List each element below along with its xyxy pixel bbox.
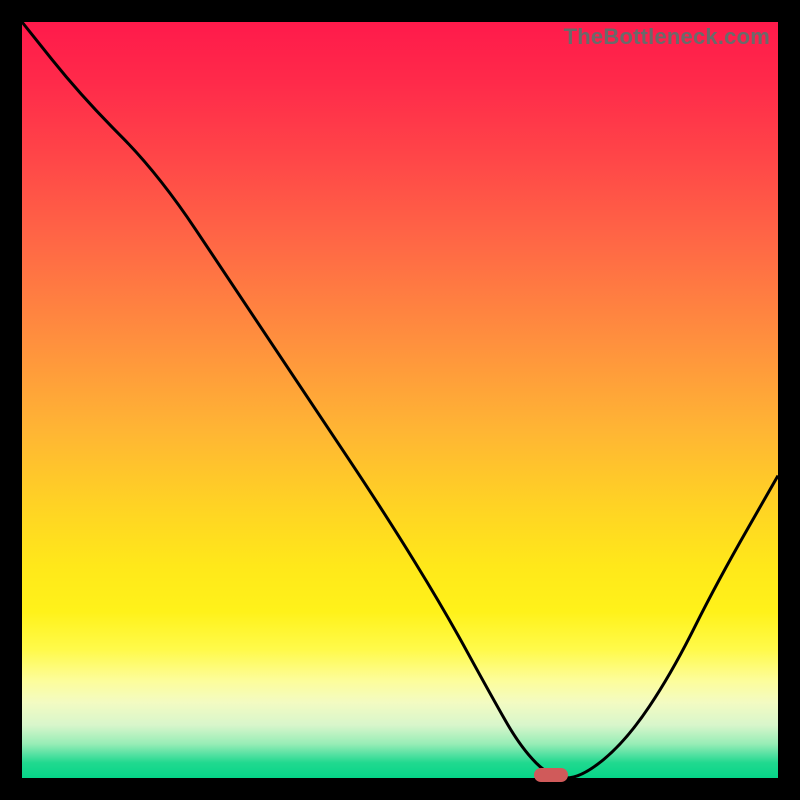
curve-path	[22, 22, 778, 778]
bottleneck-curve	[22, 22, 778, 778]
chart-frame: TheBottleneck.com	[0, 0, 800, 800]
optimal-point-marker	[534, 768, 568, 782]
chart-plot-area: TheBottleneck.com	[22, 22, 778, 778]
